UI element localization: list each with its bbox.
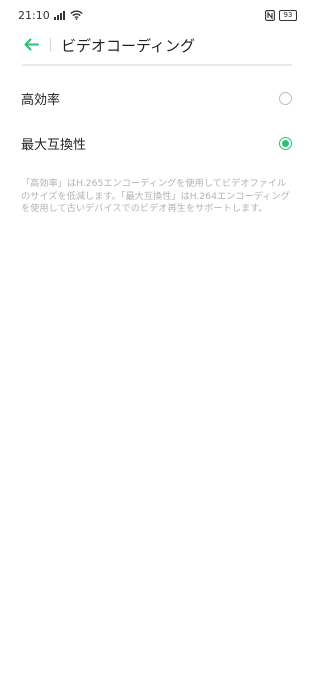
battery-level: 93 [283,10,293,19]
radio-button-selected[interactable] [279,136,292,150]
status-time: 21:10 [18,8,50,22]
option-label: 最大互換性 [21,137,87,153]
wifi-icon [70,10,83,20]
description-text: 「高効率」はH.265エンコーディングを使用してビデオファイルのサイズを低減しま… [21,178,290,214]
arrow-left-icon [23,36,39,55]
status-left: 21:10 [18,9,83,22]
option-max-compatibility[interactable]: 最大互換性 [0,121,314,165]
header-divider [50,38,51,52]
status-bar: 21:10 93 [0,0,314,30]
battery-icon: 93 [279,9,297,21]
header: ビデオコーディング [0,30,314,60]
status-right: 93 [265,9,297,21]
page-title: ビデオコーディング [61,36,195,55]
option-label: 高効率 [21,92,61,108]
divider [22,64,292,66]
nfc-icon [265,9,275,21]
back-button[interactable] [18,32,44,58]
radio-button[interactable] [279,91,292,105]
radio-dot [282,139,289,147]
option-high-efficiency[interactable]: 高効率 [0,76,314,120]
signal-icon [53,10,66,20]
